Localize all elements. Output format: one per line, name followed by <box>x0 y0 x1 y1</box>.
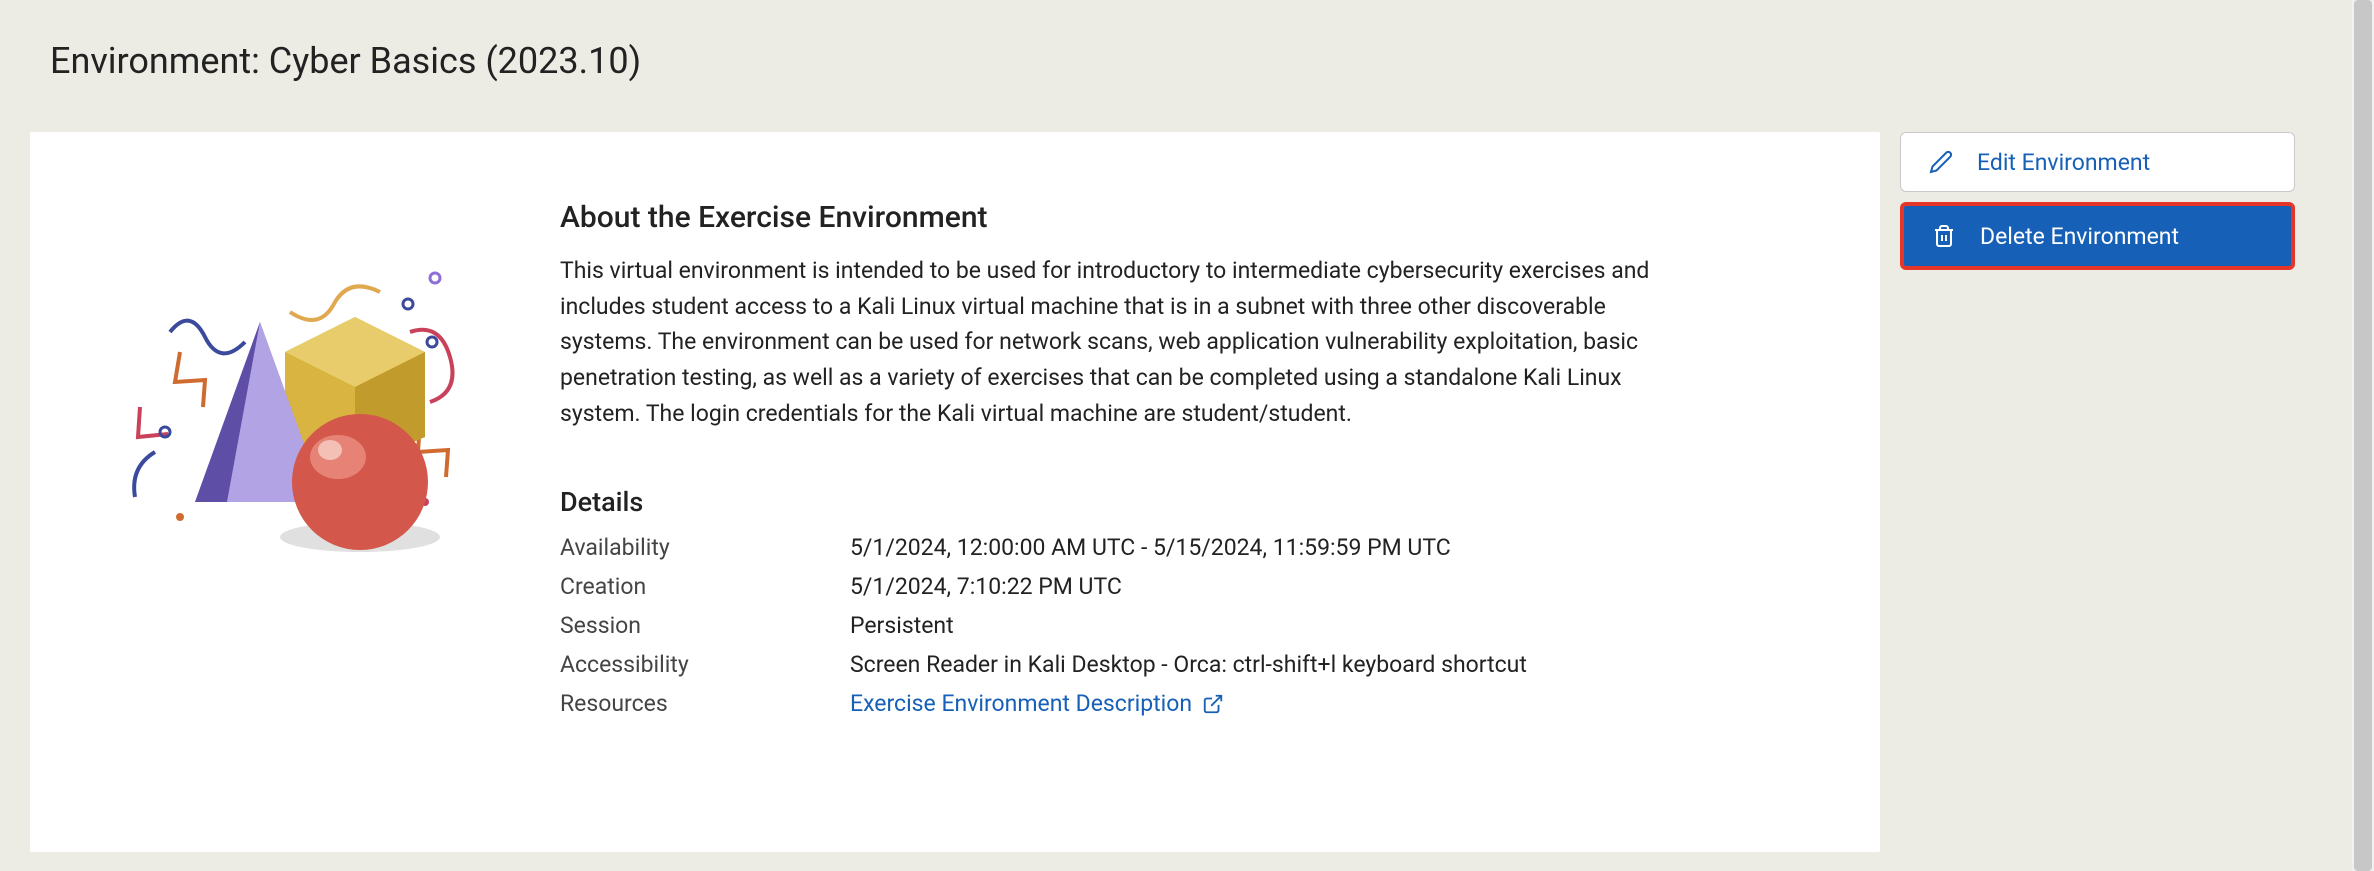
accessibility-label: Accessibility <box>560 651 850 678</box>
resources-label: Resources <box>560 690 850 717</box>
about-heading: About the Exercise Environment <box>560 200 1830 235</box>
page-title: Environment: Cyber Basics (2023.10) <box>50 40 2344 82</box>
actions-sidebar: Edit Environment Delete Environment <box>1900 132 2295 270</box>
creation-label: Creation <box>560 573 850 600</box>
pencil-icon <box>1929 150 1953 174</box>
session-value: Persistent <box>850 612 1830 639</box>
resource-link[interactable]: Exercise Environment Description <box>850 690 1224 717</box>
resource-link-text: Exercise Environment Description <box>850 690 1192 717</box>
environment-thumbnail <box>80 182 480 802</box>
trash-icon <box>1932 224 1956 248</box>
environment-card: About the Exercise Environment This virt… <box>30 132 1880 852</box>
environment-description: This virtual environment is intended to … <box>560 253 1690 431</box>
resources-value: Exercise Environment Description <box>850 690 1830 717</box>
availability-value: 5/1/2024, 12:00:00 AM UTC - 5/15/2024, 1… <box>850 534 1830 561</box>
geometric-shapes-icon <box>80 242 480 572</box>
session-label: Session <box>560 612 850 639</box>
creation-value: 5/1/2024, 7:10:22 PM UTC <box>850 573 1830 600</box>
details-heading: Details <box>560 486 1830 518</box>
edit-button-label: Edit Environment <box>1977 149 2150 176</box>
edit-environment-button[interactable]: Edit Environment <box>1900 132 2295 192</box>
scrollbar-thumb[interactable] <box>2354 0 2372 871</box>
delete-environment-button[interactable]: Delete Environment <box>1900 202 2295 270</box>
content-row: About the Exercise Environment This virt… <box>30 132 2344 852</box>
scrollbar[interactable] <box>2352 0 2374 871</box>
accessibility-value: Screen Reader in Kali Desktop - Orca: ct… <box>850 651 1830 678</box>
environment-info: About the Exercise Environment This virt… <box>560 182 1830 802</box>
availability-label: Availability <box>560 534 850 561</box>
details-table: Availability 5/1/2024, 12:00:00 AM UTC -… <box>560 534 1830 717</box>
external-link-icon <box>1202 693 1224 715</box>
delete-button-label: Delete Environment <box>1980 223 2179 250</box>
